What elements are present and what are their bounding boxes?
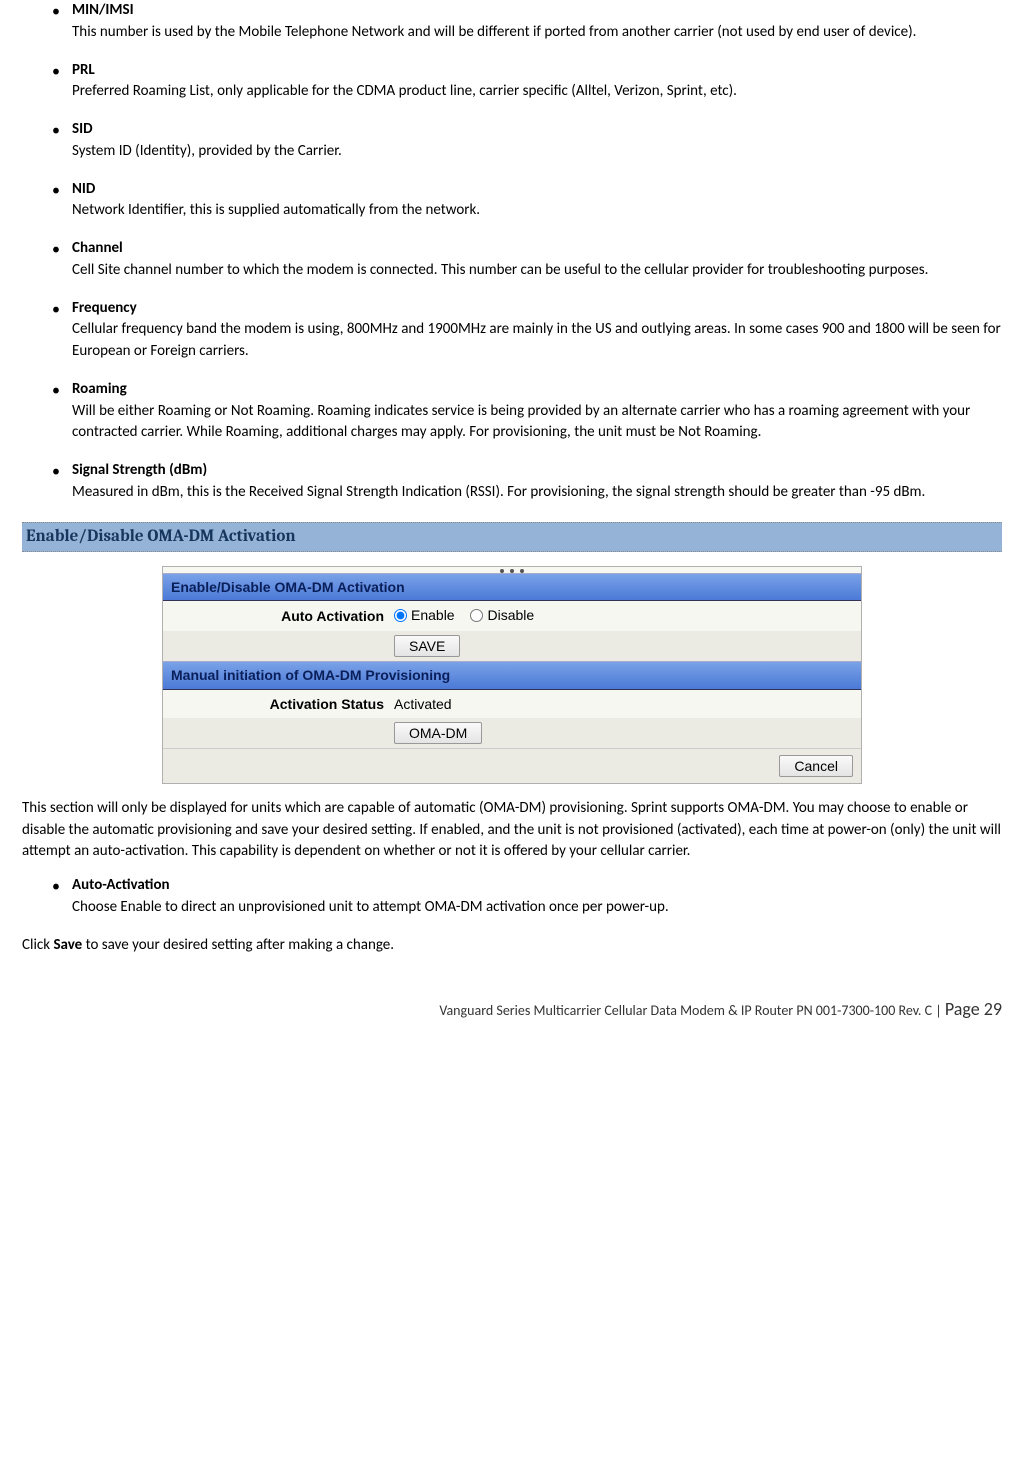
disable-radio-label: Disable: [487, 605, 534, 625]
disable-radio[interactable]: [470, 609, 483, 622]
paragraph-save: Click Save to save your desired setting …: [22, 935, 1002, 957]
save-button[interactable]: [394, 635, 460, 657]
definition-desc: Will be either Roaming or Not Roaming. R…: [72, 401, 1002, 445]
enable-radio-label: Enable: [411, 605, 455, 625]
p2-pre: Click: [22, 936, 53, 954]
activation-status-label: Activation Status: [163, 690, 388, 718]
paragraph-oma-explanation: This section will only be displayed for …: [22, 798, 1002, 863]
p2-post: to save your desired setting after makin…: [82, 936, 394, 954]
definition-desc: Measured in dBm, this is the Received Si…: [72, 482, 1002, 504]
definition-term: Signal Strength (dBm): [72, 461, 207, 479]
definition-desc: Cell Site channel number to which the mo…: [72, 260, 1002, 282]
definition-desc: Cellular frequency band the modem is usi…: [72, 319, 1002, 363]
definition-item: Channel Cell Site channel number to which…: [52, 238, 1002, 282]
definition-term: Frequency: [72, 299, 137, 317]
definition-list-2: Auto-Activation Choose Enable to direct a…: [22, 875, 1002, 919]
definition-item: Auto-Activation Choose Enable to direct a…: [52, 875, 1002, 919]
definition-item: Roaming Will be either Roaming or Not Roa…: [52, 379, 1002, 444]
activation-status-value: Activated: [388, 690, 861, 718]
definition-desc: Preferred Roaming List, only applicable …: [72, 81, 1002, 103]
enable-radio-wrap[interactable]: Enable: [394, 605, 455, 625]
definition-term: NID: [72, 180, 95, 198]
definition-desc: Choose Enable to direct an unprovisioned…: [72, 897, 1002, 919]
auto-activation-label: Auto Activation: [163, 601, 388, 631]
definition-term: PRL: [72, 61, 95, 79]
definition-item: Signal Strength (dBm) Measured in dBm, th…: [52, 460, 1002, 504]
panel-title-bar: Enable/Disable OMA-DM Activation: [163, 573, 861, 601]
definition-item: MIN/IMSI This number is used by the Mobil…: [52, 0, 1002, 44]
section-heading: Enable/Disable OMA-DM Activation: [22, 522, 1002, 553]
p2-bold: Save: [53, 936, 82, 954]
definition-desc: This number is used by the Mobile Teleph…: [72, 22, 1002, 44]
definition-item: NID Network Identifier, this is supplied …: [52, 179, 1002, 223]
oma-dm-panel-wrapper: Enable/Disable OMA-DM Activation Auto Ac…: [22, 566, 1002, 784]
definition-desc: System ID (Identity), provided by the Ca…: [72, 141, 1002, 163]
definition-term: SID: [72, 120, 93, 138]
panel-title-bar-2: Manual initiation of OMA-DM Provisioning: [163, 661, 861, 689]
oma-dm-panel: Enable/Disable OMA-DM Activation Auto Ac…: [162, 566, 862, 784]
omadm-button[interactable]: [394, 722, 482, 744]
definition-term: Channel: [72, 239, 123, 257]
enable-radio[interactable]: [394, 609, 407, 622]
definition-item: SID System ID (Identity), provided by the…: [52, 119, 1002, 163]
definition-item: PRL Preferred Roaming List, only applicab…: [52, 60, 1002, 104]
definition-term: Roaming: [72, 380, 127, 398]
disable-radio-wrap[interactable]: Disable: [470, 605, 534, 625]
page-footer: Vanguard Series Multicarrier Cellular Da…: [22, 996, 1002, 1022]
definition-term: MIN/IMSI: [72, 1, 134, 19]
footer-sep: |: [932, 1002, 945, 1019]
definition-desc: Network Identifier, this is supplied aut…: [72, 200, 1002, 222]
definition-term: Auto-Activation: [72, 876, 170, 894]
footer-text: Vanguard Series Multicarrier Cellular Da…: [439, 1002, 932, 1019]
definition-list: MIN/IMSI This number is used by the Mobil…: [22, 0, 1002, 504]
footer-page: Page 29: [945, 998, 1002, 1020]
cancel-button[interactable]: [779, 755, 853, 777]
definition-item: Frequency Cellular frequency band the mod…: [52, 298, 1002, 363]
